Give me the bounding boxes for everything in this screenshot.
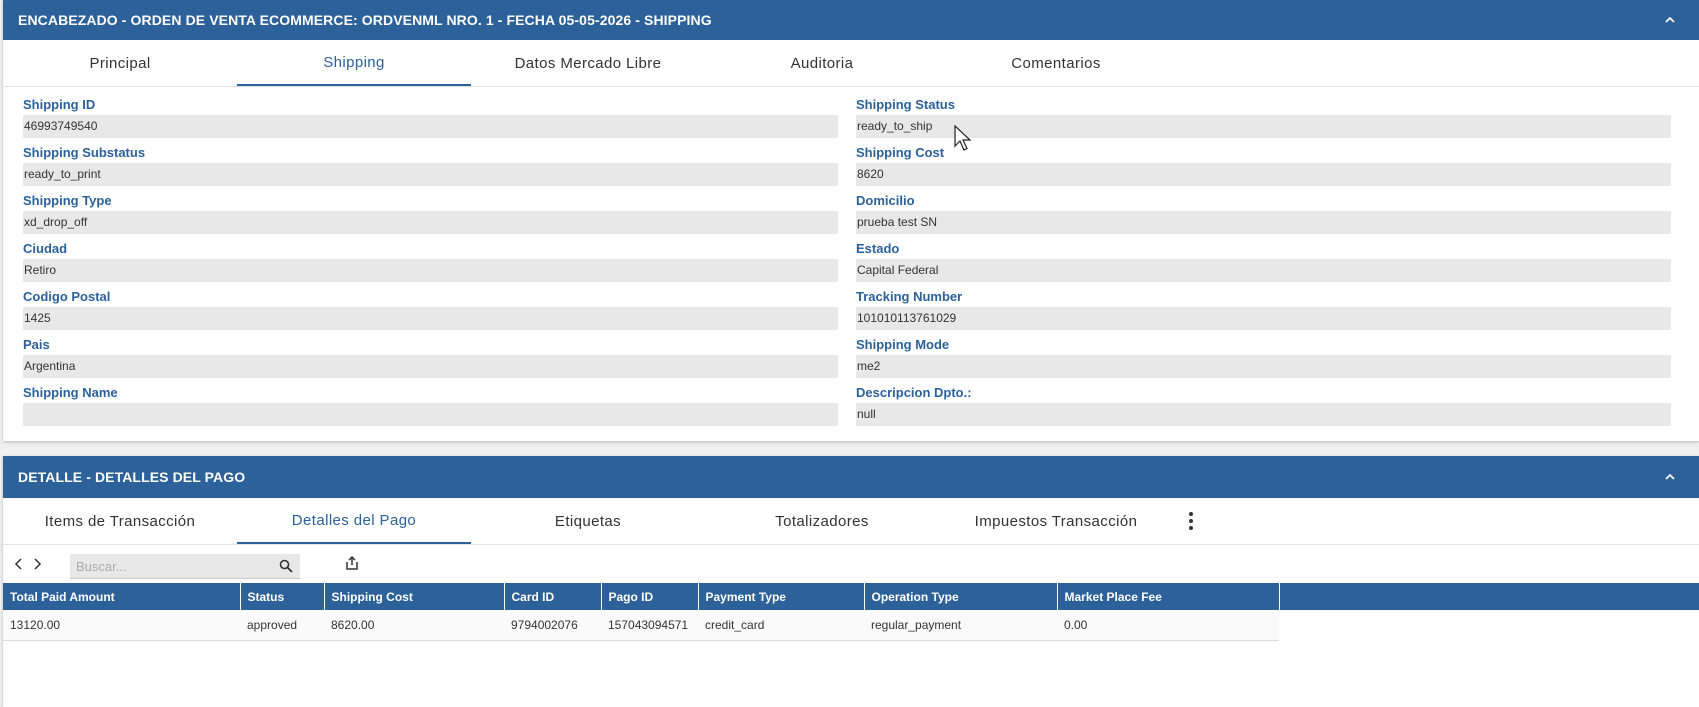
table-cell[interactable]: approved — [240, 610, 324, 641]
field-label: Descripcion Dpto.: — [856, 385, 972, 400]
field-value[interactable]: ready_to_print — [23, 163, 838, 186]
field-value[interactable]: prueba test SN — [856, 211, 1671, 234]
search-icon[interactable] — [279, 559, 293, 573]
field-label: Shipping ID — [23, 97, 96, 112]
field-label: Shipping Mode — [856, 337, 950, 352]
column-header[interactable]: Operation Type — [864, 583, 1058, 610]
tab-datos-mercado-libre[interactable]: Datos Mercado Libre — [471, 40, 705, 86]
detail-panel: DETALLE - DETALLES DEL PAGO Items de Tra… — [3, 456, 1699, 707]
field-label: Shipping Name — [23, 385, 118, 400]
field-domicilio: Domicilio prueba test SN — [856, 186, 1671, 234]
column-header[interactable]: Total Paid Amount — [3, 583, 241, 610]
field-value[interactable]: Capital Federal — [856, 259, 1671, 282]
field-tracking-number: Tracking Number 101010113761029 — [856, 282, 1671, 330]
column-header[interactable]: Payment Type — [698, 583, 865, 610]
tab-comentarios[interactable]: Comentarios — [939, 40, 1173, 86]
field-estado: Estado Capital Federal — [856, 234, 1671, 282]
field-label: Estado — [856, 241, 900, 256]
field-label: Shipping Cost — [856, 145, 945, 160]
more-vertical-icon[interactable] — [1173, 498, 1209, 544]
tab-items-de-transaccion[interactable]: Items de Transacción — [3, 498, 237, 544]
detail-panel-title: DETALLE - DETALLES DEL PAGO — [18, 469, 246, 485]
tab-totalizadores[interactable]: Totalizadores — [705, 498, 939, 544]
tab-principal[interactable]: Principal — [3, 40, 237, 86]
field-value[interactable] — [23, 403, 838, 426]
table-cell-filler — [1279, 610, 1699, 640]
table-cell[interactable]: 157043094571 — [601, 610, 698, 641]
tab-auditoria[interactable]: Auditoria — [705, 40, 939, 86]
table-cell[interactable]: 9794002076 — [504, 610, 601, 641]
field-label: Domicilio — [856, 193, 915, 208]
field-shipping-name: Shipping Name — [23, 378, 838, 426]
table-cell[interactable]: credit_card — [698, 610, 864, 641]
field-value[interactable]: me2 — [856, 355, 1671, 378]
detail-tabs: Items de Transacción Detalles del Pago E… — [3, 498, 1699, 545]
field-label: Codigo Postal — [23, 289, 111, 304]
chevron-up-icon[interactable] — [1665, 15, 1675, 25]
field-label: Shipping Substatus — [23, 145, 146, 160]
field-label: Tracking Number — [856, 289, 963, 304]
column-header[interactable]: Shipping Cost — [324, 583, 505, 610]
field-label: Ciudad — [23, 241, 68, 256]
field-shipping-mode: Shipping Mode me2 — [856, 330, 1671, 378]
field-value[interactable]: xd_drop_off — [23, 211, 838, 234]
header-panel: ENCABEZADO - ORDEN DE VENTA ECOMMERCE: O… — [3, 0, 1699, 441]
chevron-up-icon[interactable] — [1665, 472, 1675, 482]
column-header[interactable]: Market Place Fee — [1057, 583, 1280, 610]
field-shipping-status: Shipping Status ready_to_ship — [856, 90, 1671, 138]
header-panel-titlebar[interactable]: ENCABEZADO - ORDEN DE VENTA ECOMMERCE: O… — [3, 0, 1699, 40]
column-header[interactable]: Card ID — [504, 583, 602, 610]
tab-etiquetas[interactable]: Etiquetas — [471, 498, 705, 544]
field-shipping-type: Shipping Type xd_drop_off — [23, 186, 838, 234]
tab-impuestos-transaccion[interactable]: Impuestos Transacción — [939, 498, 1173, 544]
table-cell[interactable]: 13120.00 — [3, 610, 240, 641]
header-panel-title: ENCABEZADO - ORDEN DE VENTA ECOMMERCE: O… — [18, 12, 712, 28]
field-label: Pais — [23, 337, 50, 352]
table-header-row: Total Paid Amount Status Shipping Cost C… — [3, 583, 1699, 610]
table-cell[interactable]: regular_payment — [864, 610, 1057, 641]
field-value[interactable]: 1425 — [23, 307, 838, 330]
column-header[interactable]: Pago ID — [601, 583, 699, 610]
field-label: Shipping Status — [856, 97, 955, 112]
header-tabs: Principal Shipping Datos Mercado Libre A… — [3, 40, 1699, 87]
field-value[interactable]: ready_to_ship — [856, 115, 1671, 138]
table-row[interactable]: 13120.00 approved 8620.00 9794002076 157… — [3, 610, 1699, 641]
payment-details-table: Total Paid Amount Status Shipping Cost C… — [3, 583, 1699, 641]
tab-shipping[interactable]: Shipping — [237, 40, 471, 86]
search-input[interactable] — [70, 554, 268, 579]
field-value[interactable]: null — [856, 403, 1671, 426]
search-box — [70, 554, 300, 579]
field-value[interactable]: 101010113761029 — [856, 307, 1671, 330]
table-cell[interactable]: 8620.00 — [324, 610, 504, 641]
chevron-left-icon[interactable] — [11, 554, 27, 574]
field-codigo-postal: Codigo Postal 1425 — [23, 282, 838, 330]
field-value[interactable]: 46993749540 — [23, 115, 838, 138]
tab-detalles-del-pago[interactable]: Detalles del Pago — [237, 498, 471, 544]
table-cell[interactable]: 0.00 — [1057, 610, 1279, 641]
field-descripcion-dpto: Descripcion Dpto.: null — [856, 378, 1671, 426]
grid-toolbar — [3, 545, 1699, 583]
field-value[interactable]: Argentina — [23, 355, 838, 378]
field-value[interactable]: Retiro — [23, 259, 838, 282]
field-shipping-id: Shipping ID 46993749540 — [23, 90, 838, 138]
export-icon[interactable] — [344, 555, 360, 571]
column-header[interactable]: Status — [240, 583, 325, 610]
column-header-filler — [1279, 583, 1699, 610]
field-pais: Pais Argentina — [23, 330, 838, 378]
field-ciudad: Ciudad Retiro — [23, 234, 838, 282]
shipping-form: Shipping ID 46993749540 Shipping Substat… — [3, 87, 1699, 449]
chevron-right-icon[interactable] — [29, 554, 45, 574]
field-label: Shipping Type — [23, 193, 112, 208]
field-value[interactable]: 8620 — [856, 163, 1671, 186]
detail-panel-titlebar[interactable]: DETALLE - DETALLES DEL PAGO — [3, 456, 1699, 498]
field-shipping-substatus: Shipping Substatus ready_to_print — [23, 138, 838, 186]
field-shipping-cost: Shipping Cost 8620 — [856, 138, 1671, 186]
